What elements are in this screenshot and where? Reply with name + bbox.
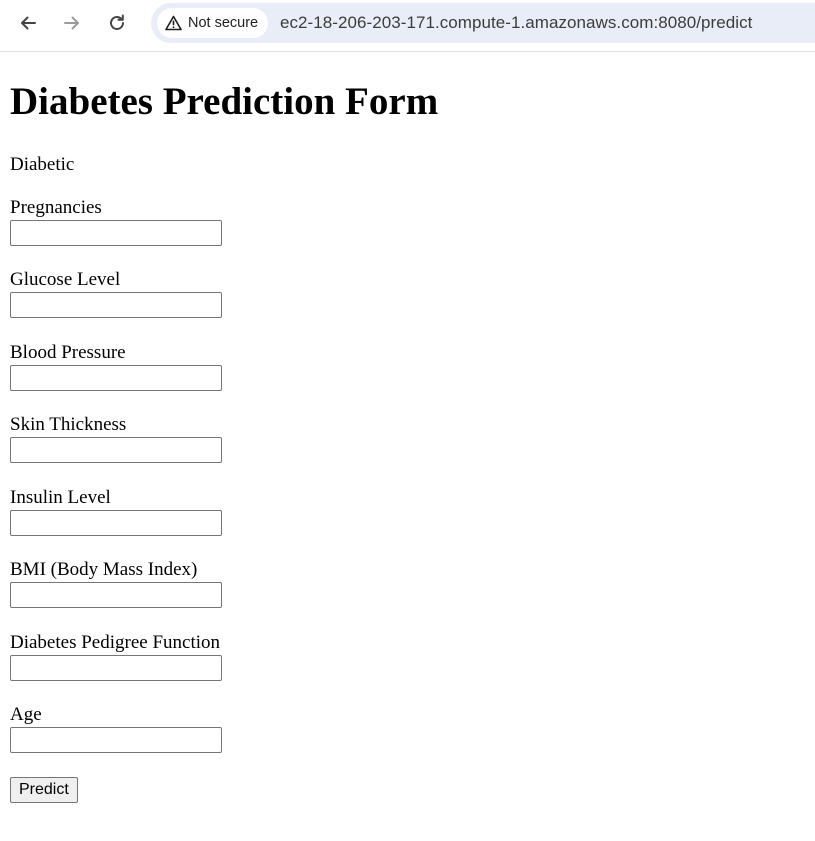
glucose-input[interactable] [10,292,222,318]
reload-button[interactable] [103,9,131,37]
security-indicator[interactable]: Not secure [157,8,269,38]
skin-thickness-label: Skin Thickness [10,414,127,435]
pedigree-label: Diabetes Pedigree Function [10,632,221,653]
reload-icon [110,14,124,30]
arrow-left-icon [21,16,36,30]
predict-button[interactable]: Predict [10,777,78,803]
age-label: Age [10,704,42,725]
pedigree-input[interactable] [10,655,222,681]
warning-icon [165,15,182,31]
pregnancies-label: Pregnancies [10,197,102,218]
blood-pressure-label: Blood Pressure [10,342,126,363]
url-text[interactable]: ec2-18-206-203-171.compute-1.amazonaws.c… [280,13,752,33]
back-button[interactable] [14,9,42,37]
pregnancies-input[interactable] [10,220,222,246]
skin-thickness-input[interactable] [10,437,222,463]
browser-toolbar: Not secure ec2-18-206-203-171.compute-1.… [0,0,815,52]
age-input[interactable] [10,727,222,753]
insulin-label: Insulin Level [10,487,111,508]
bmi-input[interactable] [10,582,222,608]
arrow-right-icon [64,16,79,30]
forward-button[interactable] [58,9,86,37]
page-title: Diabetes Prediction Form [10,80,439,123]
security-label: Not secure [188,15,259,31]
bmi-label: BMI (Body Mass Index) [10,559,198,580]
blood-pressure-input[interactable] [10,365,222,391]
address-bar[interactable]: Not secure ec2-18-206-203-171.compute-1.… [151,3,815,43]
insulin-input[interactable] [10,510,222,536]
prediction-result: Diabetic [10,154,75,175]
glucose-label: Glucose Level [10,269,121,290]
